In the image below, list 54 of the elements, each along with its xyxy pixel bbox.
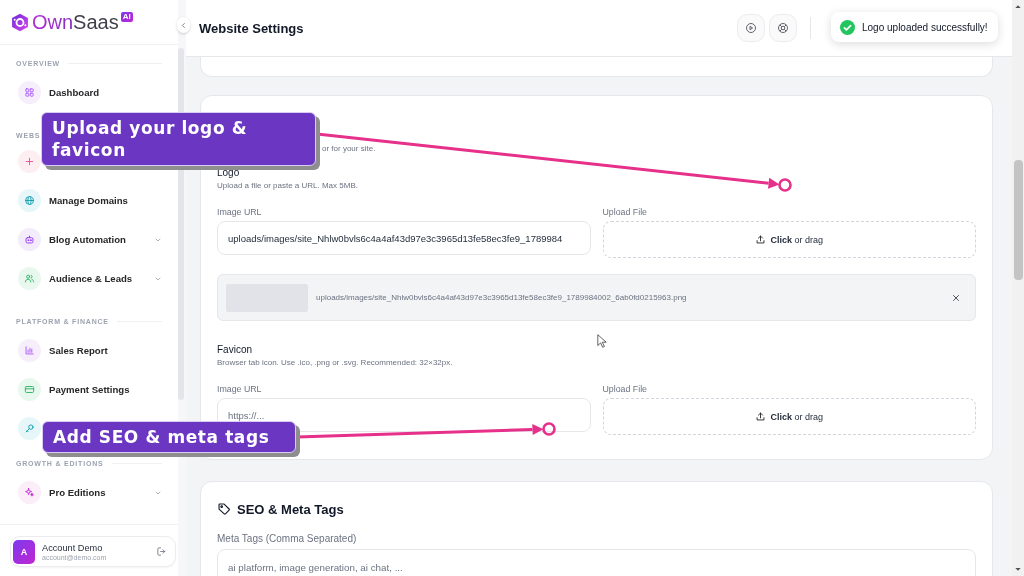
sidebar-item[interactable] — [18, 150, 41, 173]
field-title: Logo — [217, 166, 241, 180]
bar-chart-icon — [18, 339, 41, 362]
url-field[interactable]: uploads/images/site_Nhlw0bvls6c4a4af43d97e3c3965d13fe58ec3fe9_1789984 — [217, 221, 591, 255]
page-title: Website Settings — [199, 20, 305, 36]
meta-tags-field[interactable]: ai platform, image generation, ai chat, ... — [217, 549, 976, 576]
globe-icon — [18, 189, 41, 212]
field-title: Favicon — [217, 343, 253, 357]
play-circle-icon — [745, 22, 757, 34]
field-label: Meta Tags (Comma Separated) — [217, 532, 358, 545]
users-icon — [18, 267, 41, 290]
field-label: Image URL — [217, 206, 263, 218]
logo-icon — [10, 11, 30, 33]
sidebar-item[interactable]: Audience & Leads — [8, 259, 168, 298]
play-button[interactable] — [737, 14, 765, 42]
sidebar-item[interactable]: Pro Editions — [8, 473, 168, 512]
upload-dropzone[interactable]: Click or drag — [602, 398, 976, 435]
scroll-up-icon[interactable] — [1014, 3, 1022, 11]
toast-message: Logo uploaded successfully! — [862, 21, 988, 33]
account-avatar: A — [13, 539, 35, 564]
close-icon[interactable] — [951, 292, 961, 303]
file-name: uploads/images/site_Nhlw0bvls6c4a4af43d97e3c3965d13fe58ec3fe9_1789984002_6ab0fd0215963.png — [316, 293, 688, 302]
sidebar-item[interactable]: Sales Report — [8, 331, 168, 370]
scrollbar-thumb[interactable] — [1013, 160, 1023, 280]
card-subtitle: or for your site. — [322, 144, 376, 154]
sidebar-item[interactable]: Dashboard — [8, 73, 168, 112]
upload-icon — [755, 234, 767, 245]
check-circle-icon — [840, 19, 855, 35]
tag-icon — [217, 502, 231, 516]
upload-dropzone[interactable]: Click or drag — [602, 221, 976, 258]
chevron-left-icon — [180, 21, 187, 29]
credit-card-icon — [18, 378, 41, 401]
logout-icon[interactable] — [156, 546, 167, 557]
card-title: SEO & Meta Tags — [237, 501, 344, 517]
robot-icon — [18, 228, 41, 251]
field-label: Upload File — [602, 206, 648, 218]
sidebar-item[interactable]: Manage Domains — [8, 181, 168, 220]
plus-icon — [18, 150, 41, 173]
field-hint: Browser tab icon. Use .ico, .png or .svg. Recommended: 32×32px. — [217, 357, 454, 369]
upload-icon — [755, 411, 767, 422]
logo-badge: AI — [120, 12, 133, 22]
field-hint: Upload a file or paste a URL. Max 5MB. — [217, 180, 359, 192]
help-button[interactable] — [769, 14, 797, 42]
sparkles-icon — [18, 481, 41, 504]
grid-icon — [18, 81, 41, 104]
scroll-down-icon[interactable] — [1014, 565, 1022, 573]
sidebar-item[interactable]: Payment Settings — [8, 370, 168, 409]
account-name: Account Demo — [42, 542, 104, 553]
lifebuoy-icon — [777, 22, 789, 34]
sidebar-item[interactable]: Blog Automation — [8, 220, 168, 259]
mouse-pointer-icon — [597, 334, 607, 348]
field-label: Upload File — [602, 383, 648, 395]
key-icon — [18, 417, 41, 440]
field-label: Image URL — [217, 383, 263, 395]
